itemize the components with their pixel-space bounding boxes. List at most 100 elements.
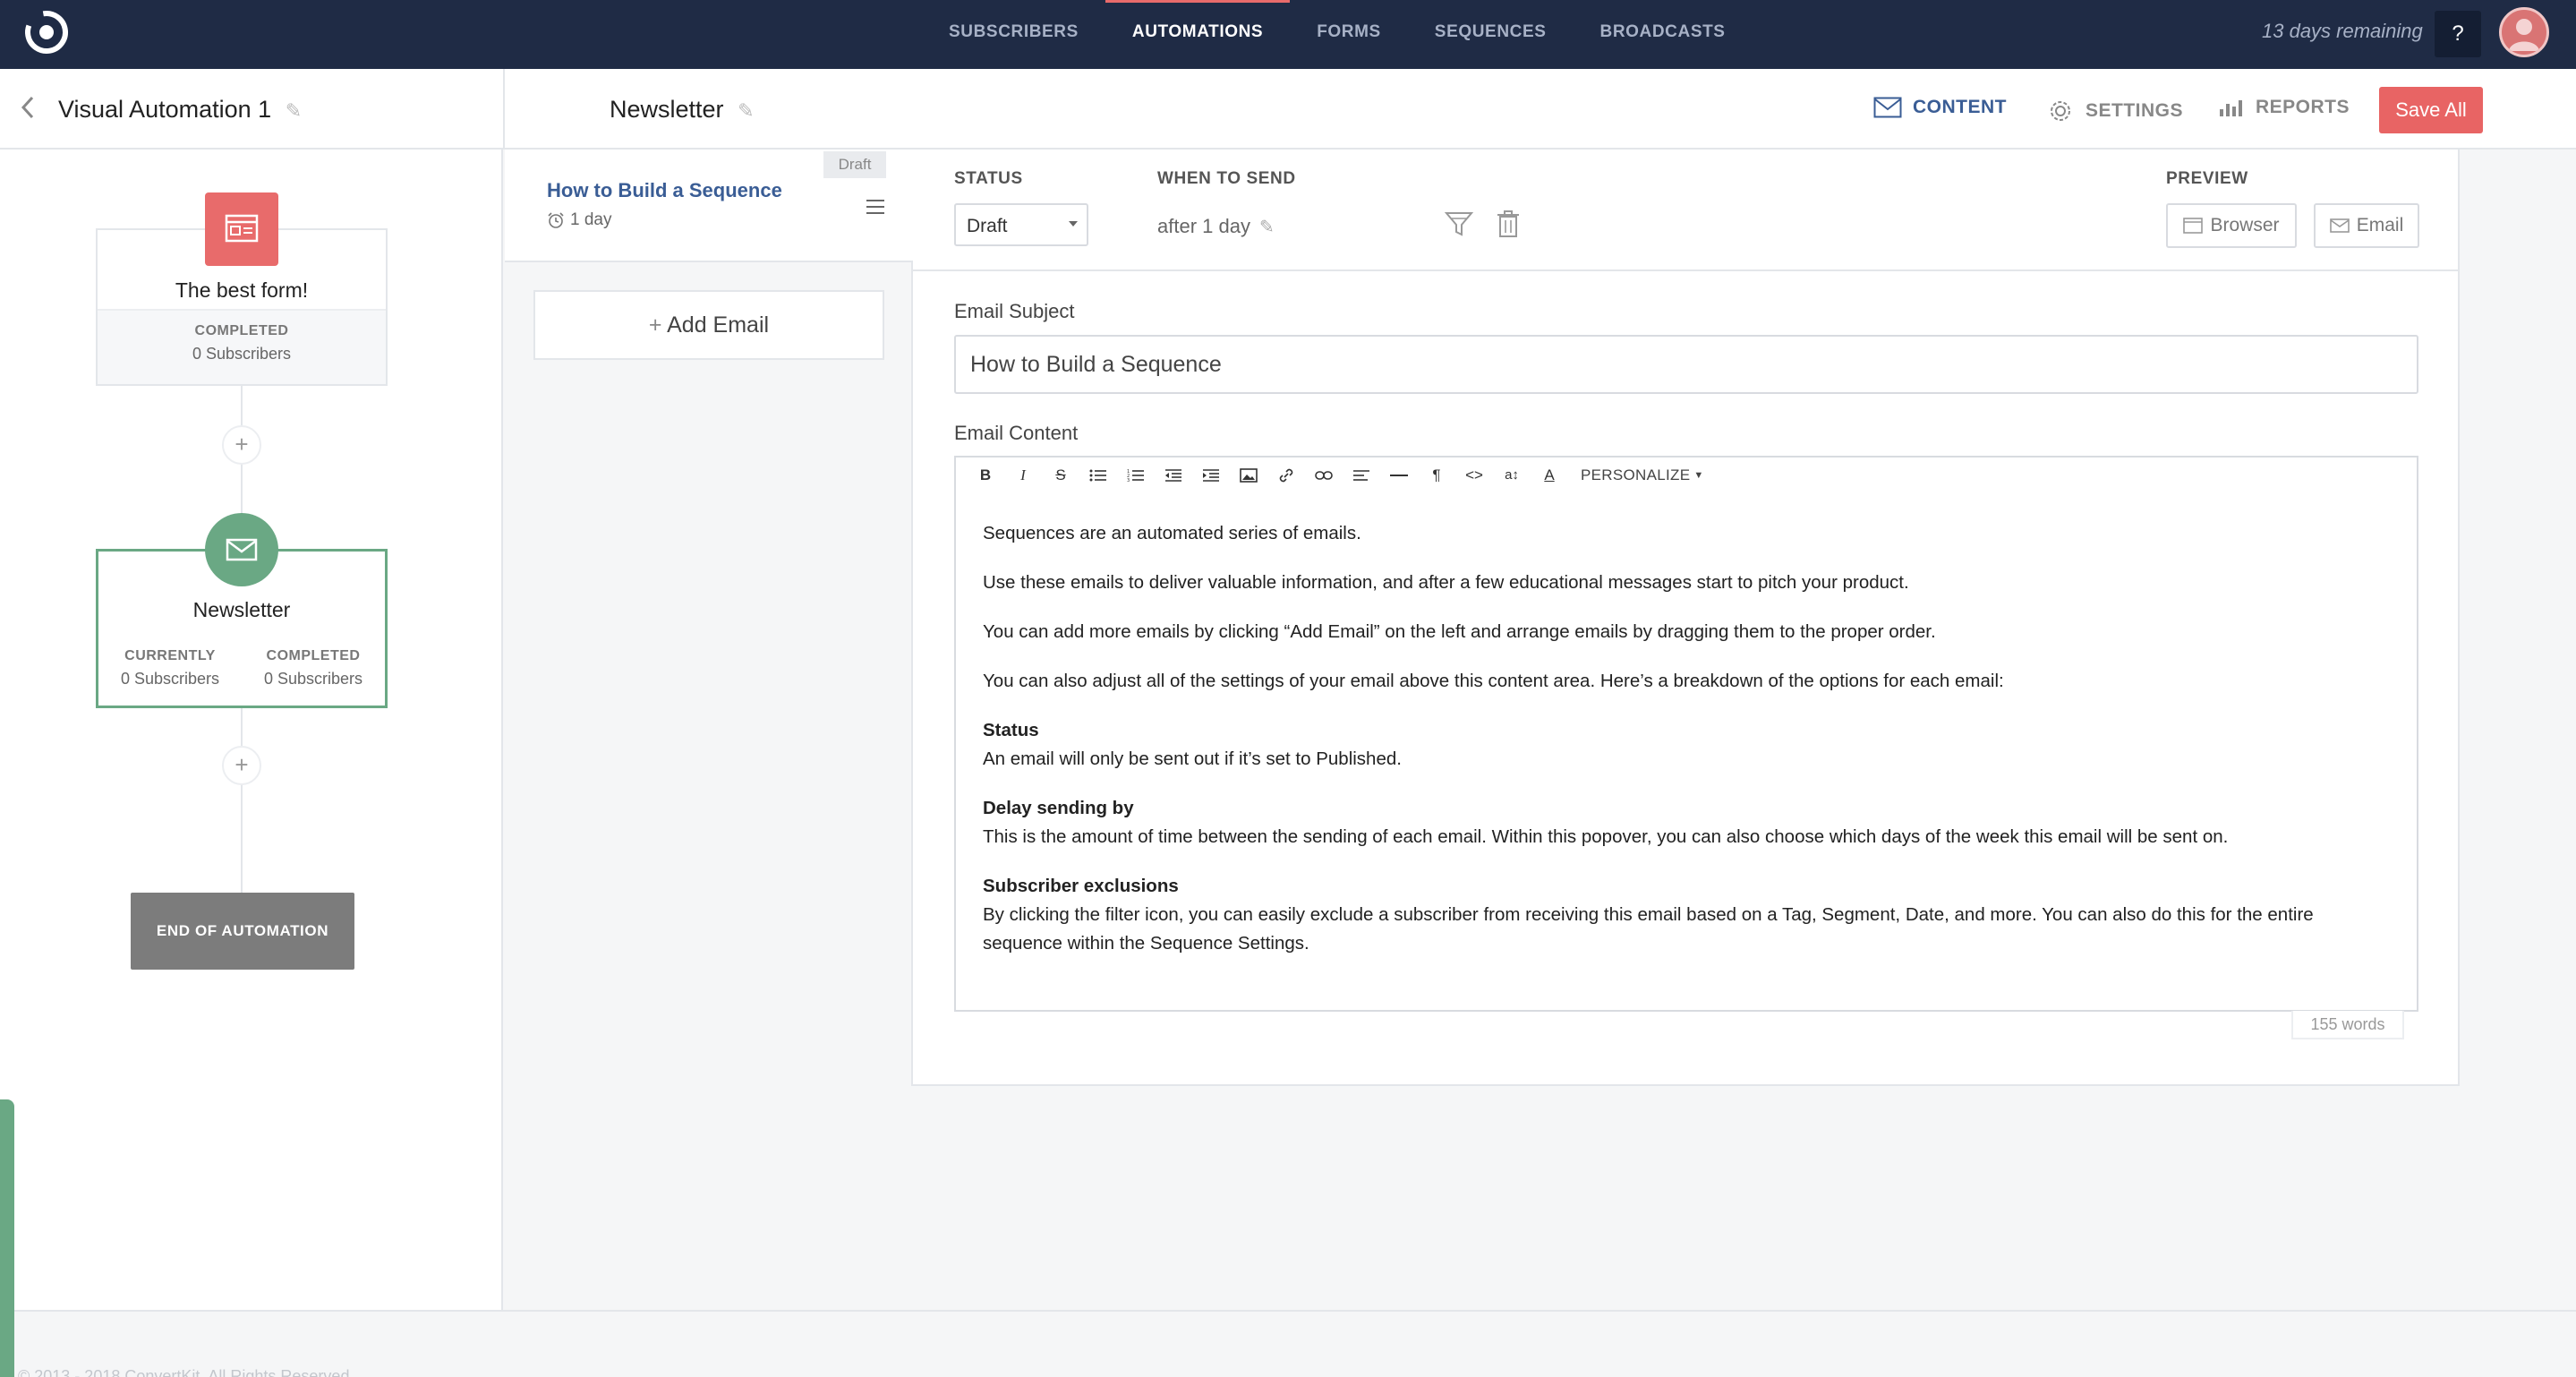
nav-sequences[interactable]: SEQUENCES — [1408, 0, 1574, 69]
strikethrough-icon[interactable]: S — [1042, 459, 1079, 492]
copyright-text: © 2013 - 2018 ConvertKit. All Rights Res… — [18, 1367, 354, 1377]
email-item-delay: 1 day — [547, 210, 611, 230]
node-title: Newsletter — [192, 598, 291, 621]
end-of-automation: END OF AUTOMATION — [131, 893, 354, 970]
back-chevron-icon[interactable] — [18, 94, 38, 128]
personalize-dropdown[interactable]: PERSONALIZE ▼ — [1581, 466, 1704, 484]
email-list-item[interactable]: How to Build a Sequence 1 day Draft — [505, 150, 913, 262]
status-label: STATUS — [954, 169, 1023, 188]
form-node-icon — [205, 192, 278, 266]
user-icon — [2509, 19, 2539, 51]
footer: © 2013 - 2018 ConvertKit. All Rights Res… — [0, 1310, 2576, 1377]
help-button[interactable]: ? — [2435, 11, 2481, 57]
indent-icon[interactable] — [1192, 459, 1230, 492]
browser-icon — [2183, 218, 2204, 234]
plus-icon: + — [648, 312, 662, 338]
bold-icon[interactable]: B — [967, 459, 1004, 492]
email-content-label: Email Content — [954, 422, 1079, 444]
code-icon[interactable]: <> — [1455, 459, 1493, 492]
status-select[interactable]: Draft — [954, 203, 1088, 246]
tab-content[interactable]: CONTENT — [1873, 97, 2007, 118]
preview-browser-button[interactable]: Browser — [2166, 203, 2297, 248]
pencil-icon: ✎ — [1258, 217, 1275, 237]
envelope-icon — [226, 538, 258, 561]
email-subject-input[interactable] — [954, 335, 2418, 394]
nav-broadcasts[interactable]: BROADCASTS — [1574, 0, 1753, 69]
paragraph-icon[interactable]: ¶ — [1418, 459, 1455, 492]
content-heading: Status — [983, 720, 1039, 740]
filter-icon[interactable] — [1444, 209, 1474, 239]
save-all-button[interactable]: Save All — [2379, 87, 2483, 133]
content-heading: Delay sending by — [983, 798, 1134, 818]
unlink-icon[interactable] — [1305, 459, 1343, 492]
add-email-button[interactable]: + Add Email — [533, 290, 884, 360]
convertkit-logo-icon[interactable] — [23, 9, 70, 56]
avatar[interactable] — [2499, 7, 2549, 57]
gear-icon — [2051, 101, 2070, 121]
content-paragraph: By clicking the filter icon, you can eas… — [983, 904, 2314, 954]
tab-reports[interactable]: REPORTS — [2218, 97, 2350, 118]
email-subject-label: Email Subject — [954, 300, 1075, 322]
trash-icon[interactable] — [1495, 209, 1522, 239]
svg-text:3: 3 — [1127, 478, 1130, 483]
email-item-title: How to Build a Sequence — [547, 179, 782, 201]
preview-label: PREVIEW — [2166, 169, 2248, 188]
caret-down-icon: ▼ — [1693, 469, 1704, 481]
stat-completed: COMPLETED 0 Subscribers — [263, 648, 363, 688]
envelope-icon — [1873, 97, 1902, 118]
email-editor: STATUS Draft WHEN TO SEND after 1 day ✎ … — [913, 150, 2460, 1086]
editor-toolbar: B I S 123 ¶ <> a↕ A PERSONALIZE ▼ — [954, 456, 2418, 493]
top-navbar: SUBSCRIBERS AUTOMATIONS FORMS SEQUENCES … — [0, 0, 2576, 69]
node-stats: CURRENTLY 0 Subscribers COMPLETED 0 Subs… — [98, 648, 385, 706]
sub-header: Visual Automation 1 ✎ Newsletter ✎ CONTE… — [0, 69, 2576, 150]
tab-settings[interactable]: SETTINGS — [2046, 97, 2183, 125]
nav-forms[interactable]: FORMS — [1290, 0, 1408, 69]
divider — [503, 69, 505, 150]
word-count: 155 words — [2291, 1011, 2404, 1039]
align-icon[interactable] — [1343, 459, 1380, 492]
pencil-icon[interactable]: ✎ — [286, 99, 302, 123]
sequence-title[interactable]: Newsletter ✎ — [610, 96, 755, 124]
when-to-send-value[interactable]: after 1 day ✎ — [1157, 215, 1275, 238]
side-tab[interactable] — [0, 1099, 14, 1377]
add-step-button[interactable]: + — [222, 746, 261, 785]
trial-remaining-text[interactable]: 13 days remaining — [2262, 20, 2423, 43]
main-nav: SUBSCRIBERS AUTOMATIONS FORMS SEQUENCES … — [922, 0, 1753, 69]
node-title: The best form! — [175, 278, 309, 302]
preview-email-button[interactable]: Email — [2314, 203, 2419, 248]
envelope-icon — [2329, 218, 2350, 233]
draft-badge: Draft — [823, 151, 886, 178]
when-to-send-label: WHEN TO SEND — [1157, 169, 1296, 188]
link-icon[interactable] — [1267, 459, 1305, 492]
content-heading: Subscriber exclusions — [983, 876, 1179, 896]
font-size-icon[interactable]: a↕ — [1493, 459, 1531, 492]
add-step-button[interactable]: + — [222, 425, 261, 465]
form-icon — [225, 214, 259, 243]
bar-chart-icon — [2220, 100, 2242, 116]
email-settings-row: STATUS Draft WHEN TO SEND after 1 day ✎ … — [913, 150, 2458, 271]
alarm-clock-icon — [548, 212, 564, 228]
automation-flow-panel: The best form! COMPLETED 0 Subscribers +… — [0, 150, 503, 1310]
text-color-icon[interactable]: A — [1531, 459, 1568, 492]
outdent-icon[interactable] — [1155, 459, 1192, 492]
content-paragraph: An email will only be sent out if it’s s… — [983, 748, 1402, 769]
drag-handle-icon[interactable] — [865, 196, 886, 218]
numbered-list-icon[interactable]: 123 — [1117, 459, 1155, 492]
divider — [913, 1084, 2460, 1086]
sequence-node-icon — [205, 513, 278, 586]
node-stats: COMPLETED 0 Subscribers — [98, 309, 386, 384]
email-content-body[interactable]: Sequences are an automated series of ema… — [954, 492, 2418, 1012]
image-icon[interactable] — [1230, 459, 1267, 492]
italic-icon[interactable]: I — [1004, 459, 1042, 492]
content-paragraph: You can add more emails by clicking “Add… — [983, 621, 1936, 642]
nav-automations[interactable]: AUTOMATIONS — [1105, 0, 1291, 69]
content-paragraph: You can also adjust all of the settings … — [983, 671, 2004, 691]
chevron-down-icon — [1069, 221, 1078, 227]
automation-title[interactable]: Visual Automation 1 ✎ — [58, 96, 302, 124]
horizontal-rule-icon[interactable] — [1380, 459, 1418, 492]
content-paragraph: This is the amount of time between the s… — [983, 826, 2229, 847]
bulleted-list-icon[interactable] — [1079, 459, 1117, 492]
pencil-icon[interactable]: ✎ — [738, 99, 754, 123]
nav-subscribers[interactable]: SUBSCRIBERS — [922, 0, 1105, 69]
email-list: How to Build a Sequence 1 day Draft + Ad… — [505, 150, 913, 1086]
